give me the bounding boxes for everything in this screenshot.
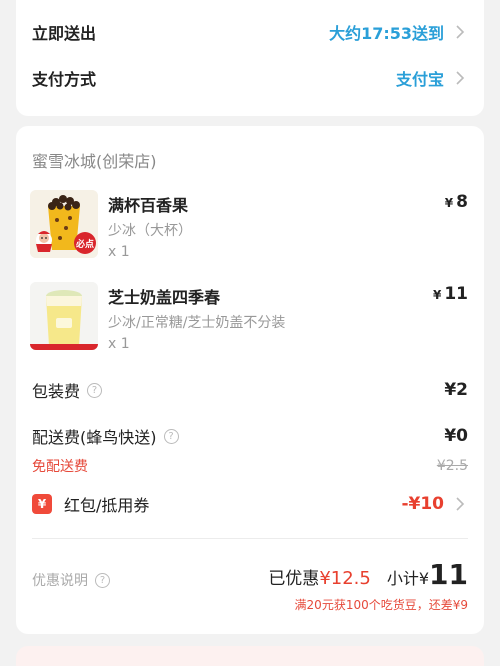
order-card: 蜜雪冰城(创荣店) 必点 满杯百香果 少冰（大杯） x 1 ¥ 8 芝士奶盖四季… bbox=[16, 126, 484, 634]
payment-method-value: 支付宝 bbox=[395, 70, 444, 89]
discount-note-row[interactable]: 优惠说明 ? bbox=[32, 570, 110, 590]
delivery-fee-row: 配送费(蜂鸟快送) ? ¥0 bbox=[32, 424, 468, 448]
order-totals: 已优惠 ¥12.5 小计¥ 11 bbox=[268, 558, 468, 591]
delivery-time-row[interactable]: 立即送出 大约17:53送到 bbox=[32, 20, 470, 44]
help-icon[interactable]: ? bbox=[95, 572, 110, 588]
item-spec: 少冰（大杯） bbox=[108, 223, 192, 239]
coupon-label: 红包/抵用券 bbox=[64, 496, 150, 515]
free-delivery-label: 免配送费 bbox=[32, 459, 88, 475]
original-delivery-fee: ¥2.5 bbox=[436, 458, 468, 474]
store-name: 蜜雪冰城(创荣店) bbox=[32, 152, 157, 171]
promo-note: 满20元获100个吃货豆，还差¥9 bbox=[294, 598, 468, 612]
saved-label: 已优惠 bbox=[268, 569, 320, 589]
delivery-time-value: 大约17:53送到 bbox=[329, 24, 444, 43]
chevron-right-icon bbox=[450, 494, 470, 514]
help-icon[interactable]: ? bbox=[163, 428, 179, 444]
item-price-value: 8 bbox=[456, 192, 468, 212]
subtotal-label: 小计¥ bbox=[386, 569, 430, 588]
item-price: ¥11 bbox=[433, 284, 468, 304]
chevron-right-icon bbox=[450, 22, 470, 42]
delivery-payment-card: 立即送出 大约17:53送到 支付方式 支付宝 bbox=[16, 0, 484, 116]
item-price: ¥8 bbox=[445, 192, 468, 212]
saved-value: ¥12.5 bbox=[319, 568, 371, 589]
delivery-fee-label: 配送费(蜂鸟快送) bbox=[32, 428, 157, 447]
packaging-fee-value: ¥2 bbox=[444, 380, 468, 400]
currency-symbol: ¥ bbox=[432, 288, 442, 302]
packaging-fee-label: 包装费 bbox=[32, 382, 81, 401]
item-quantity: x 1 bbox=[108, 336, 130, 352]
red-packet-icon: ¥ bbox=[32, 494, 52, 514]
coupon-row[interactable]: ¥ 红包/抵用券 -¥10 bbox=[32, 492, 470, 516]
item-spec: 少冰/正常糖/芝士奶盖不分装 bbox=[108, 315, 286, 331]
order-item: 必点 满杯百香果 少冰（大杯） x 1 ¥8 bbox=[30, 190, 470, 260]
payment-label: 支付方式 bbox=[32, 70, 97, 89]
discount-note-label: 优惠说明 bbox=[32, 573, 88, 589]
item-quantity: x 1 bbox=[108, 244, 130, 260]
item-name: 满杯百香果 bbox=[108, 196, 189, 215]
currency-symbol: ¥ bbox=[444, 196, 454, 210]
item-price-value: 11 bbox=[444, 284, 468, 304]
subtotal-value: 11 bbox=[429, 558, 468, 591]
item-name: 芝士奶盖四季春 bbox=[108, 288, 221, 307]
must-order-badge: 必点 bbox=[75, 238, 94, 250]
delivery-label: 立即送出 bbox=[32, 24, 97, 43]
payment-method-row[interactable]: 支付方式 支付宝 bbox=[32, 66, 470, 90]
divider bbox=[32, 538, 468, 539]
product-image-cheese-tea bbox=[30, 282, 98, 350]
chevron-right-icon bbox=[450, 68, 470, 88]
order-item: 芝士奶盖四季春 少冰/正常糖/芝士奶盖不分装 x 1 ¥11 bbox=[30, 282, 470, 352]
help-icon[interactable]: ? bbox=[87, 382, 103, 398]
bottom-card bbox=[16, 646, 484, 666]
free-delivery-row: 免配送费 ¥2.5 bbox=[32, 456, 468, 476]
delivery-fee-value: ¥0 bbox=[444, 426, 468, 446]
packaging-fee-row: 包装费 ? ¥2 bbox=[32, 378, 468, 402]
product-image-passion-fruit: 必点 bbox=[30, 190, 98, 258]
coupon-value: -¥10 bbox=[401, 494, 444, 514]
